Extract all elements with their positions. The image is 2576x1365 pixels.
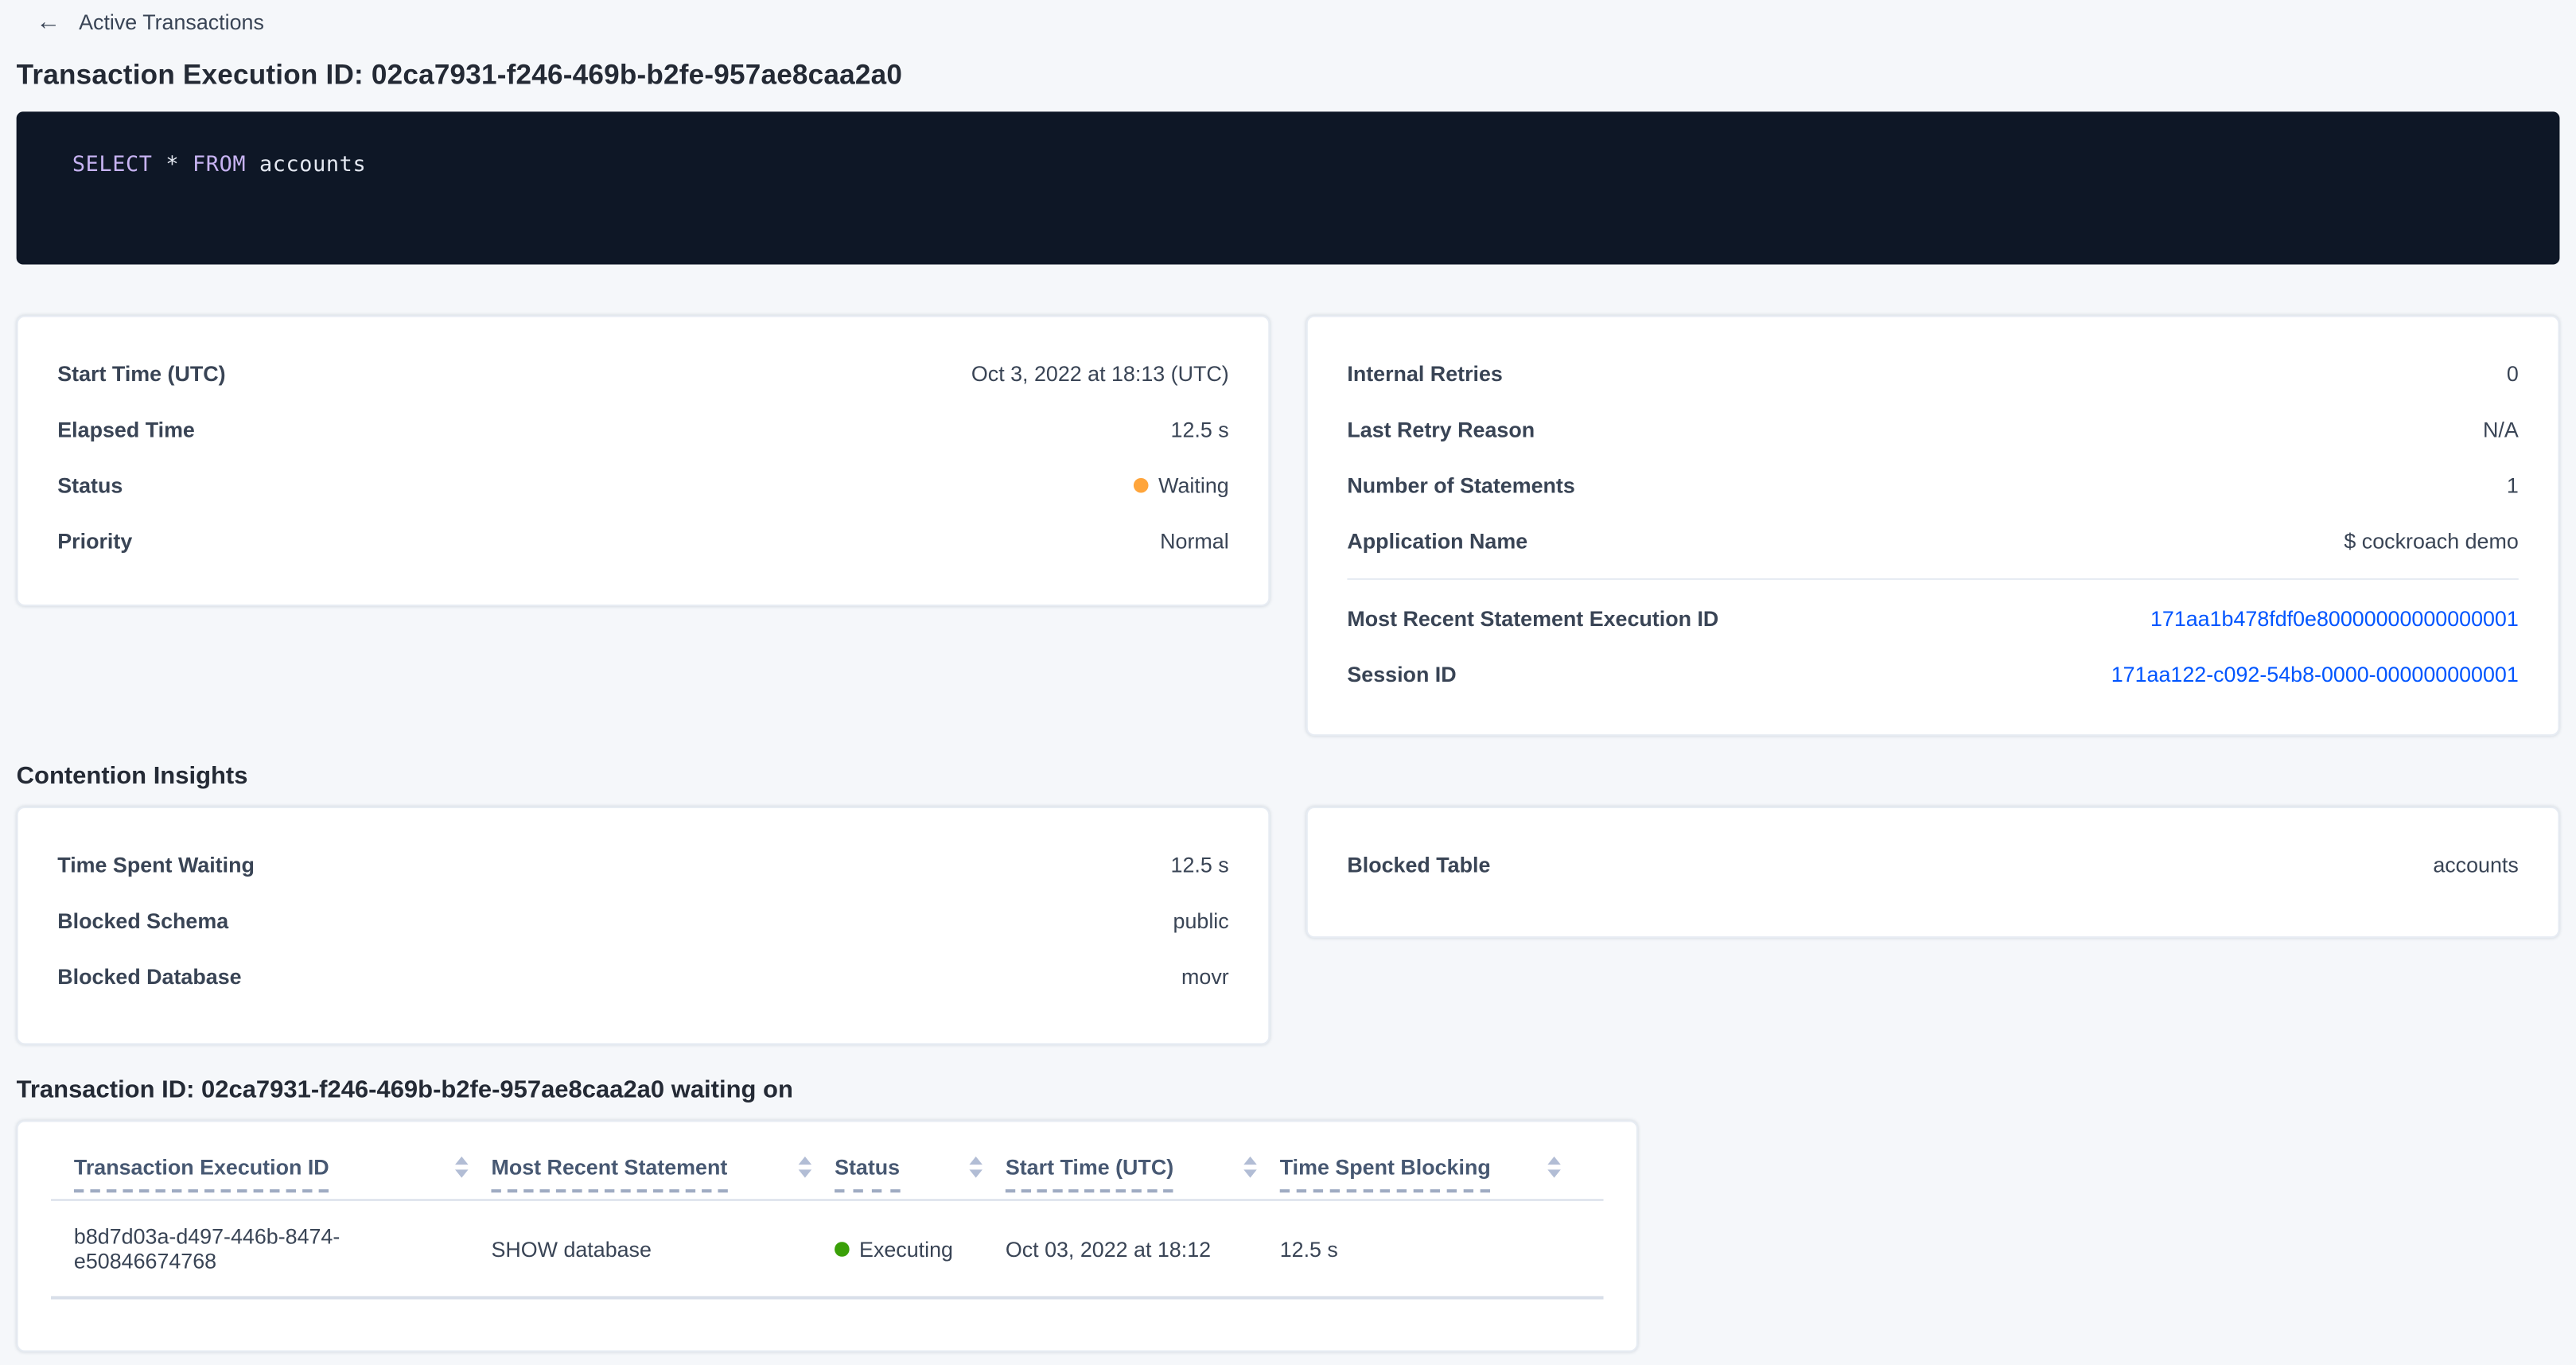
sql-statement-box: SELECT * FROM accounts	[17, 111, 2560, 264]
summary-row-elapsed-time: Elapsed Time 12.5 s	[57, 401, 1228, 457]
row-value: 0	[2507, 360, 2519, 385]
row-label: Number of Statements	[1347, 472, 1574, 497]
contention-card-right: Blocked Table accounts	[1306, 807, 2560, 938]
column-header-start-time[interactable]: Start Time (UTC)	[1006, 1155, 1280, 1180]
column-header-label: Most Recent Statement	[491, 1155, 727, 1192]
summary-row-start-time: Start Time (UTC) Oct 3, 2022 at 18:13 (U…	[57, 345, 1228, 401]
sort-icon[interactable]	[799, 1157, 812, 1178]
back-link-label: Active Transactions	[79, 10, 264, 34]
row-label: Session ID	[1347, 661, 1456, 686]
cell-time-spent-blocking: 12.5 s	[1280, 1236, 1584, 1261]
row-value: accounts	[2433, 852, 2518, 877]
summary-row-priority: Priority Normal	[57, 512, 1228, 568]
column-header-label: Transaction Execution ID	[74, 1155, 329, 1192]
sql-statement-text: SELECT * FROM accounts	[72, 153, 366, 177]
session-id-link[interactable]: 171aa122-c092-54b8-0000-000000000001	[2111, 661, 2519, 686]
row-label: Status	[57, 472, 123, 497]
row-label: Priority	[57, 528, 132, 553]
card-divider	[1347, 578, 2518, 580]
status-badge: Waiting	[1134, 472, 1229, 497]
row-value: N/A	[2483, 417, 2519, 441]
summary-row-last-retry-reason: Last Retry Reason N/A	[1347, 401, 2518, 457]
row-value: Oct 3, 2022 at 18:13 (UTC)	[971, 360, 1229, 385]
column-header-time-spent-blocking[interactable]: Time Spent Blocking	[1280, 1155, 1584, 1180]
summary-row-internal-retries: Internal Retries 0	[1347, 345, 2518, 401]
summary-row-application-name: Application Name $ cockroach demo	[1347, 512, 2518, 568]
status-text: Waiting	[1158, 472, 1229, 497]
column-header-label: Start Time (UTC)	[1006, 1155, 1173, 1192]
contention-row-blocked-table: Blocked Table accounts	[1347, 836, 2518, 892]
summary-card-left: Start Time (UTC) Oct 3, 2022 at 18:13 (U…	[17, 315, 1270, 606]
row-value: $ cockroach demo	[2344, 528, 2518, 553]
row-label: Time Spent Waiting	[57, 852, 255, 877]
row-value: public	[1173, 908, 1229, 932]
executing-status-dot-icon	[835, 1241, 850, 1256]
summary-row-status: Status Waiting	[57, 457, 1228, 512]
row-label: Most Recent Statement Execution ID	[1347, 605, 1718, 630]
contention-row-blocked-schema: Blocked Schema public	[57, 892, 1228, 947]
row-value: 1	[2507, 472, 2519, 497]
summary-row-number-of-statements: Number of Statements 1	[1347, 457, 2518, 512]
summary-card-right: Internal Retries 0 Last Retry Reason N/A…	[1306, 315, 2560, 736]
sort-icon[interactable]	[1243, 1157, 1257, 1178]
contention-card-left: Time Spent Waiting 12.5 s Blocked Schema…	[17, 807, 1270, 1044]
row-value: 12.5 s	[1171, 852, 1229, 877]
row-label: Elapsed Time	[57, 417, 195, 441]
column-header-most-recent-statement[interactable]: Most Recent Statement	[491, 1155, 835, 1180]
waiting-on-heading: Transaction ID: 02ca7931-f246-469b-b2fe-…	[17, 1076, 2576, 1106]
row-label: Blocked Table	[1347, 852, 1490, 877]
table-header-row: Transaction Execution ID Most Recent Sta…	[51, 1122, 1604, 1200]
sql-keyword-select: SELECT	[72, 153, 153, 177]
sort-icon[interactable]	[969, 1157, 983, 1178]
contention-cards-row: Time Spent Waiting 12.5 s Blocked Schema…	[17, 807, 2560, 1044]
contention-row-blocked-database: Blocked Database movr	[57, 948, 1228, 1004]
summary-cards-row: Start Time (UTC) Oct 3, 2022 at 18:13 (U…	[17, 315, 2560, 736]
column-header-status[interactable]: Status	[835, 1155, 1006, 1180]
row-label: Start Time (UTC)	[57, 360, 225, 385]
row-label: Last Retry Reason	[1347, 417, 1535, 441]
cell-transaction-execution-id: b8d7d03a-d497-446b-8474-e50846674768	[51, 1223, 491, 1273]
waiting-on-table: Transaction Execution ID Most Recent Sta…	[51, 1122, 1604, 1299]
row-value: movr	[1181, 963, 1229, 988]
summary-row-session-id: Session ID 171aa122-c092-54b8-0000-00000…	[1347, 646, 2518, 702]
transaction-details-page: ← Active Transactions Transaction Execut…	[0, 0, 2576, 1365]
waiting-on-table-card: Transaction Execution ID Most Recent Sta…	[17, 1120, 1638, 1351]
contention-row-time-spent-waiting: Time Spent Waiting 12.5 s	[57, 836, 1228, 892]
page-title: Transaction Execution ID: 02ca7931-f246-…	[17, 59, 2576, 91]
statement-execution-id-link[interactable]: 171aa1b478fdf0e80000000000000001	[2150, 605, 2519, 630]
row-label: Internal Retries	[1347, 360, 1502, 385]
column-header-label: Status	[835, 1155, 900, 1192]
cell-status: Executing	[835, 1236, 1006, 1261]
cell-most-recent-statement: SHOW database	[491, 1236, 835, 1261]
sql-star: *	[165, 153, 179, 177]
status-text: Executing	[859, 1236, 953, 1261]
column-header-label: Time Spent Blocking	[1280, 1155, 1491, 1192]
row-label: Application Name	[1347, 528, 1527, 553]
sort-icon[interactable]	[1547, 1157, 1561, 1178]
row-label: Blocked Schema	[57, 908, 228, 932]
row-value: Normal	[1160, 528, 1229, 553]
back-link-active-transactions[interactable]: ← Active Transactions	[0, 0, 264, 34]
sort-icon[interactable]	[455, 1157, 469, 1178]
sql-keyword-from: FROM	[193, 153, 246, 177]
row-value: 12.5 s	[1171, 417, 1229, 441]
summary-row-statement-execution-id: Most Recent Statement Execution ID 171aa…	[1347, 589, 2518, 645]
cell-start-time: Oct 03, 2022 at 18:12	[1006, 1236, 1280, 1261]
contention-insights-heading: Contention Insights	[17, 762, 2576, 791]
sql-table-name: accounts	[259, 153, 366, 177]
row-label: Blocked Database	[57, 963, 241, 988]
back-arrow-icon: ←	[36, 11, 60, 33]
waiting-status-dot-icon	[1134, 477, 1149, 492]
column-header-transaction-execution-id[interactable]: Transaction Execution ID	[51, 1155, 491, 1180]
table-row: b8d7d03a-d497-446b-8474-e50846674768 SHO…	[51, 1201, 1604, 1300]
